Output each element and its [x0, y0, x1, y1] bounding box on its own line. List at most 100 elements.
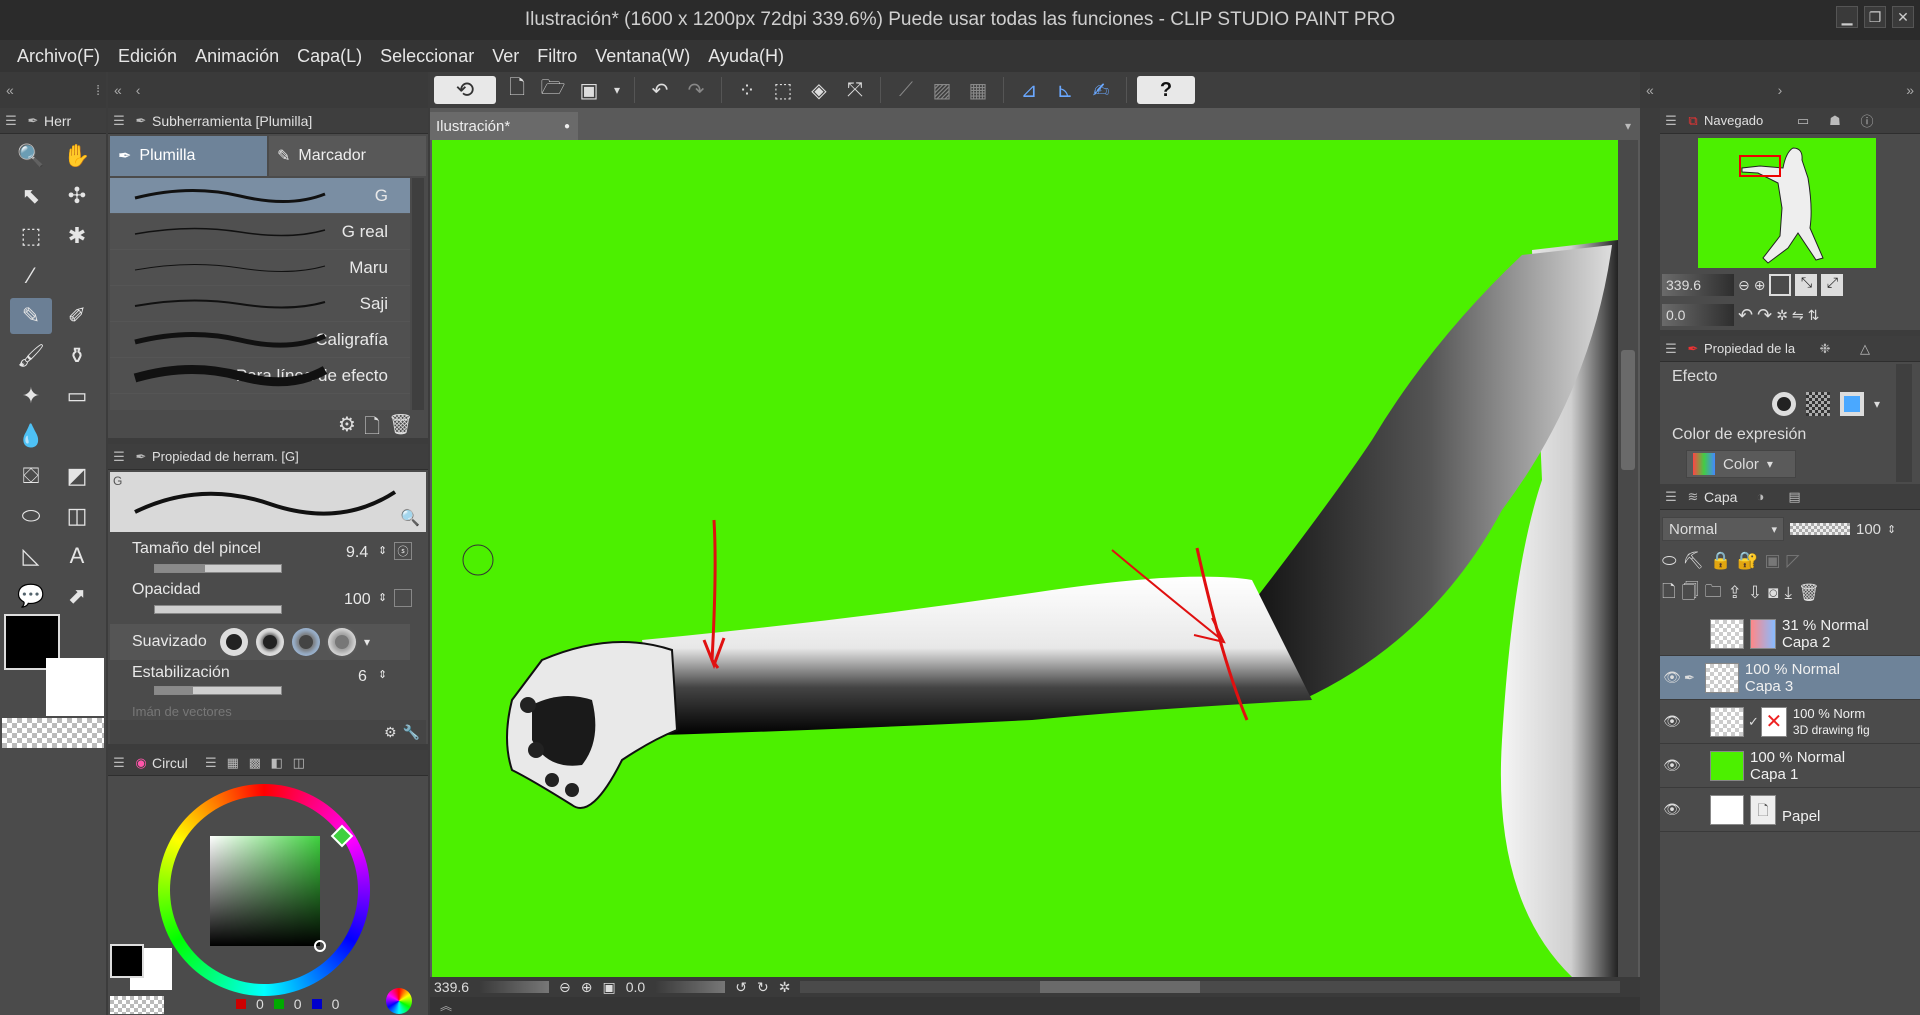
sv-cursor[interactable] [314, 940, 326, 952]
menu-icon[interactable]: ☰ [108, 750, 130, 776]
menu-ver[interactable]: Ver [483, 46, 528, 67]
stabilization-slider[interactable] [154, 686, 282, 695]
info-icon[interactable]: ⓘ [1856, 108, 1878, 134]
close-icon[interactable]: ✕ [1892, 6, 1914, 28]
menu-icon[interactable]: ☰ [1660, 336, 1682, 362]
clear-selection-icon[interactable]: ⁘ [732, 76, 762, 104]
open-file-icon[interactable]: 🗁 [538, 76, 568, 104]
flip-horizontal-icon[interactable]: ⇋ [1792, 307, 1804, 324]
menu-icon[interactable]: ☰ [108, 444, 130, 470]
navigator-preview[interactable] [1698, 138, 1876, 268]
reset-rotation-icon[interactable]: ✲ [1776, 307, 1788, 324]
actual-size-icon[interactable]: ⤡ [1795, 274, 1818, 296]
checkbox[interactable] [394, 589, 412, 607]
pen-icon[interactable]: ✎ [10, 298, 52, 334]
main-color-swatch[interactable] [110, 944, 144, 978]
brush-icon[interactable]: 🖌 [10, 338, 52, 374]
magnifier-icon[interactable]: 🔍 [400, 508, 420, 528]
zoom-out-icon[interactable]: ⊖ [559, 979, 571, 996]
stepper-icon[interactable]: ⇕ [378, 544, 387, 557]
move-layer-icon[interactable]: ✣ [56, 178, 98, 214]
collapse-left-icon[interactable]: « [1646, 82, 1654, 98]
tab-plumilla[interactable]: ✒ Plumilla [110, 136, 267, 176]
rotation-slider[interactable] [655, 981, 726, 993]
intermediate-color-icon[interactable]: ▩ [244, 750, 266, 776]
brush-list-scrollbar[interactable] [412, 178, 424, 410]
warning-icon[interactable]: △ [1854, 336, 1876, 362]
text-icon[interactable]: A [56, 538, 98, 574]
fit-icon[interactable] [1769, 274, 1792, 296]
horizontal-scrollbar[interactable] [800, 981, 1620, 993]
move-up-icon[interactable]: ⇪ [1728, 583, 1742, 603]
collapse-left-icon[interactable]: « [114, 82, 122, 98]
brush-size-slider[interactable] [154, 564, 282, 573]
opacity-value[interactable]: 100 [344, 591, 371, 609]
fit-icon[interactable]: ▣ [603, 979, 616, 996]
layer-opacity-value[interactable]: 100 [1856, 521, 1881, 538]
saturation-value-square[interactable] [210, 836, 326, 952]
flip-vertical-icon[interactable]: ⇅ [1808, 307, 1820, 324]
menu-ventana[interactable]: Ventana(W) [586, 46, 699, 67]
new-subtool-icon[interactable]: 🗋 [364, 412, 380, 446]
arrow-right-icon[interactable]: › [1778, 82, 1783, 98]
correct-line-icon[interactable]: ⬈ [56, 578, 98, 614]
fill-bucket-icon[interactable]: ⛋ [10, 458, 52, 494]
delete-layer-icon[interactable]: 🗑 [1798, 583, 1820, 603]
detail-scrollbar[interactable] [1896, 364, 1912, 482]
blend-mode-dropdown[interactable]: Normal ▾ [1662, 517, 1784, 541]
eye-icon[interactable]: 👁 [1660, 801, 1684, 818]
rotate-left-icon[interactable]: ↶ [1738, 305, 1753, 326]
frame-icon[interactable]: ◫ [56, 498, 98, 534]
stepper-icon[interactable]: ⇕ [378, 668, 387, 681]
airbrush-icon[interactable]: ⚱ [56, 338, 98, 374]
color-set-icon[interactable]: ▦ [222, 750, 244, 776]
vertical-scrollbar[interactable] [1618, 140, 1638, 977]
layer-property-icon[interactable]: ◑ [1749, 484, 1771, 510]
color-slider-icon[interactable]: ☰ [200, 750, 222, 776]
maximize-icon[interactable]: ❐ [1864, 6, 1886, 28]
stabilization-value[interactable]: 6 [358, 668, 367, 686]
pen-pressure-icon[interactable]: ✍ [1086, 76, 1116, 104]
help-icon[interactable]: ? [1137, 76, 1195, 104]
snap-special-ruler-icon[interactable]: ▨ [927, 76, 957, 104]
document-tab[interactable]: Ilustración* ● [430, 112, 578, 140]
layer-row[interactable]: 31 % Normal Capa 2 [1660, 612, 1920, 656]
redo-icon[interactable]: ↷ [681, 76, 711, 104]
smoothing-option-4[interactable] [328, 628, 356, 656]
zoom-icon[interactable]: 🔍 [10, 138, 52, 174]
fit-view-icon[interactable]: ⤢ [1821, 274, 1844, 296]
hand-icon[interactable]: ✋ [56, 138, 98, 174]
pressure-icon[interactable]: ⓢ [394, 542, 412, 560]
figure-icon[interactable]: ⬭ [10, 498, 52, 534]
layer-row[interactable]: 👁 ✓ ✕ 100 % Norm 3D drawing fig [1660, 700, 1920, 744]
rotate-right-icon[interactable]: ↷ [1757, 305, 1772, 326]
menu-archivo[interactable]: Archivo(F) [8, 46, 109, 67]
reference-layer-icon[interactable]: ⛏ [1683, 551, 1705, 571]
expression-color-dropdown[interactable]: Color ▾ [1686, 450, 1796, 478]
layer-row[interactable]: 👁 100 % Normal Capa 1 [1660, 744, 1920, 788]
approximate-color-icon[interactable]: ◧ [266, 750, 288, 776]
sub-color-swatch[interactable] [46, 658, 104, 716]
effect-border-icon[interactable] [1840, 392, 1864, 416]
new-raster-layer-icon[interactable]: 🗋 [1662, 579, 1676, 608]
transparent-color-swatch[interactable] [2, 718, 104, 748]
gradient-icon[interactable]: ◩ [56, 458, 98, 494]
special-ruler-icon[interactable]: ⊾ [1050, 76, 1080, 104]
list-item[interactable]: G [110, 178, 410, 214]
nav-rotation-value[interactable]: 0.0 [1662, 304, 1734, 326]
drawing-canvas[interactable] [432, 140, 1618, 977]
transparent-color-swatch[interactable] [110, 996, 164, 1014]
auto-select-icon[interactable]: ✱ [56, 218, 98, 254]
merge-down-icon[interactable]: ⇩ [1748, 583, 1762, 603]
eye-icon[interactable]: 👁 [1660, 713, 1684, 730]
stepper-icon[interactable]: ⇕ [378, 591, 387, 604]
eyedropper-icon[interactable]: ⁄ [10, 258, 52, 294]
tab-marcador[interactable]: ✎ Marcador [269, 136, 426, 176]
ruler-icon[interactable]: ⊿ [1014, 76, 1044, 104]
menu-filtro[interactable]: Filtro [528, 46, 586, 67]
new-file-icon[interactable]: 🗋 [502, 76, 532, 104]
effect-none-icon[interactable] [1772, 392, 1796, 416]
operation-icon[interactable]: ⬉ [10, 178, 52, 214]
reset-rotation-icon[interactable]: ✲ [779, 979, 791, 996]
color-mode-icon[interactable] [386, 988, 412, 1014]
